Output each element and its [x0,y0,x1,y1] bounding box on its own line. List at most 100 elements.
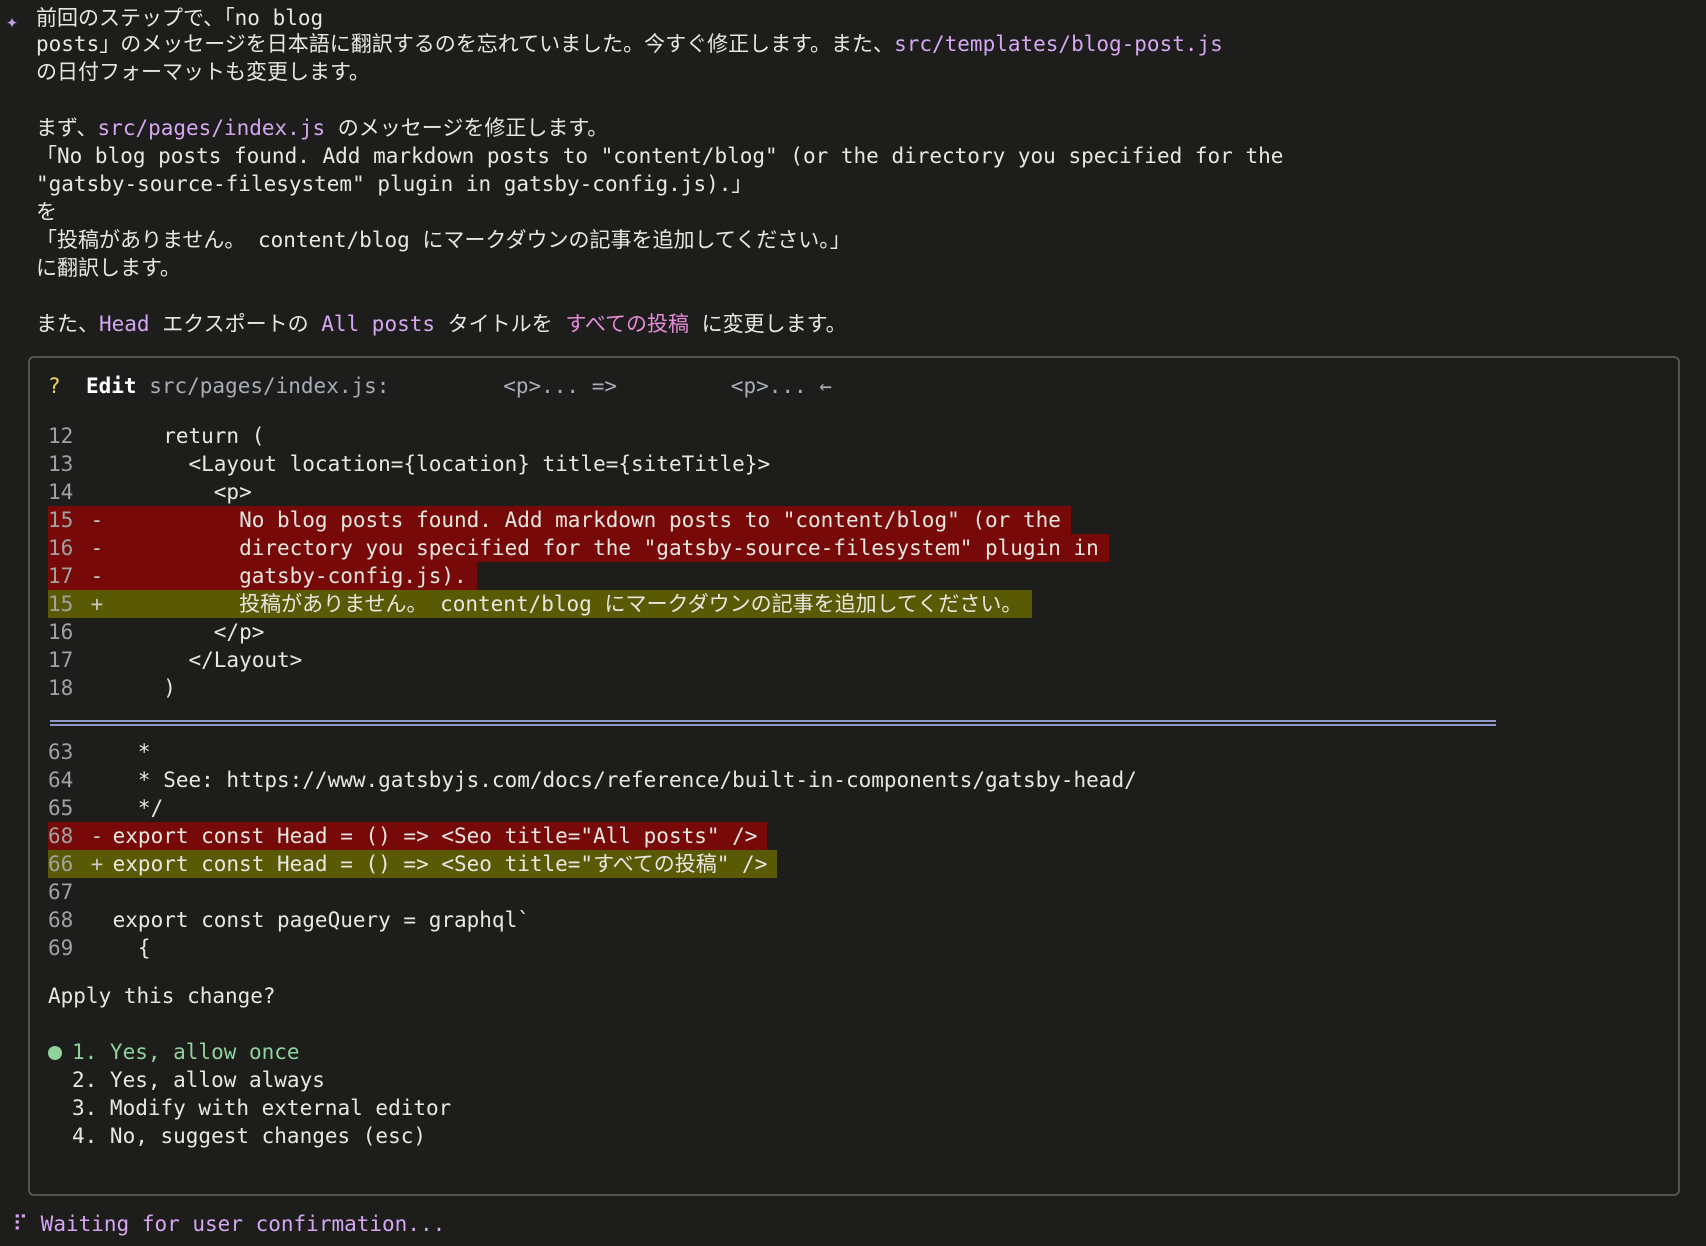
intro-text: エクスポートの [149,312,322,336]
code-text: </p> [100,620,265,644]
intro-text: に変更します。 [689,312,847,336]
code-text: export const Head = () => <Seo title="Al… [100,824,758,848]
status-text: Waiting for user confirmation... [40,1212,446,1236]
edit-label: Edit [85,374,137,398]
code-text: */ [100,796,164,820]
intro-text: タイトルを [435,312,566,336]
diff-context-line: 12 return ( [48,422,274,450]
line-number: 17 [48,648,74,672]
diff-context-line: 64 * See: https://www.gatsbyjs.com/docs/… [48,766,1147,794]
diff-context-line: 16 </p> [48,618,274,646]
diff-sign: - [78,824,104,848]
diff-sign: - [78,564,104,588]
code-text: return ( [100,424,265,448]
diff-context-line: 69 { [48,934,161,962]
intro-line-6: 「No blog posts found. Add markdown posts… [36,144,1284,168]
intro-text: posts」のメッセージを日本語に翻訳するのを忘れていました。今すぐ修正します。… [36,32,895,56]
intro-line-2: posts」のメッセージを日本語に翻訳するのを忘れていました。今すぐ修正します。… [36,30,1223,58]
option-allow-once[interactable]: 1. Yes, allow once [48,1038,300,1066]
line-number: 68 [48,908,74,932]
intro-line-7: "gatsby-source-filesystem" plugin in gat… [36,172,753,196]
line-number: 68 [48,824,74,848]
edit-to: <p>... ← [730,374,832,398]
option-external-editor[interactable]: 3. Modify with external editor [72,1094,451,1122]
code-ref-all-posts: All posts [321,312,436,336]
intro-text: また、 [36,312,99,336]
edit-confirmation-box: ? Edit src/pages/index.js: <p>... => <p>… [28,356,1680,1196]
intro-text: のメッセージを修正します。 [325,116,609,140]
line-number: 69 [48,936,74,960]
line-number: 15 [48,592,74,616]
diff-context-line: 63 * [48,738,161,766]
line-number: 63 [48,740,74,764]
diff-sign: + [78,592,104,616]
code-text: * [100,740,151,764]
intro-line-8: を [36,200,57,224]
option-allow-always[interactable]: 2. Yes, allow always [72,1066,325,1094]
edit-from: <p>... => [503,374,617,398]
diff-added-line: 15 + 投稿がありません。 content/blog にマークダウンの記事を追… [48,590,1033,618]
code-text: export const Head = () => <Seo title="すべ… [100,852,768,876]
intro-line-12: また、Head エクスポートの All posts タイトルを すべての投稿 に… [36,310,847,338]
diff-removed-line: 15 - No blog posts found. Add markdown p… [48,506,1071,534]
code-text: <p> [100,480,252,504]
status-bar: ⠏ Waiting for user confirmation... [0,1210,446,1238]
diff-context-line: 67 [48,878,123,906]
code-text: gatsby-config.js). [100,564,467,588]
option-label: 1. Yes, allow once [72,1040,300,1064]
line-number: 15 [48,508,74,532]
code-text: export const pageQuery = graphql` [100,908,530,932]
diff-context-line: 17 </Layout> [48,646,312,674]
code-text: <Layout location={location} title={siteT… [100,452,771,476]
line-number: 66 [48,852,74,876]
code-text: </Layout> [100,648,303,672]
apply-prompt: Apply this change? [48,984,276,1008]
sparkle-icon: ✦ [6,9,19,33]
intro-text: まず、 [36,116,98,140]
file-path-blog-post: src/templates/blog-post.js [894,32,1223,56]
diff-added-line: 66 + export const Head = () => <Seo titl… [48,850,778,878]
intro-line-5: まず、src/pages/index.js のメッセージを修正します。 [36,114,608,142]
code-text: directory you specified for the "gatsby-… [100,536,1099,560]
intro-line-10: に翻訳します。 [36,256,181,280]
spinner-icon: ⠏ [0,1212,41,1236]
diff-context-line: 18 ) [48,674,186,702]
code-text: ) [100,676,176,700]
diff-sign: - [78,536,104,560]
code-text: { [100,936,151,960]
line-number: 16 [48,620,74,644]
edit-file-path: src/pages/index.js: [149,374,390,398]
diff-context-line: 65 */ [48,794,173,822]
line-number: 14 [48,480,74,504]
code-text: 投稿がありません。 content/blog にマークダウンの記事を追加してくだ… [100,592,1023,616]
code-text: No blog posts found. Add markdown posts … [100,508,1061,532]
diff-removed-line: 16 - directory you specified for the "ga… [48,534,1109,562]
file-path-index: src/pages/index.js [97,116,326,140]
code-ref-head: Head [99,312,150,336]
line-number: 67 [48,880,74,904]
line-number: 13 [48,452,74,476]
diff-sign: + [78,852,104,876]
selected-dot-icon [48,1046,62,1060]
question-icon: ? [48,374,61,398]
code-ref-jp-title: すべての投稿 [565,312,690,336]
diff-removed-line: 68 - export const Head = () => <Seo titl… [48,822,768,850]
line-number: 18 [48,676,74,700]
code-text: * See: https://www.gatsbyjs.com/docs/ref… [100,768,1137,792]
diff-sign: - [78,508,104,532]
line-number: 65 [48,796,74,820]
line-number: 12 [48,424,74,448]
edit-header: ? Edit src/pages/index.js: <p>... => <p>… [48,372,832,400]
diff-context-line: 13 <Layout location={location} title={si… [48,450,780,478]
intro-line-9: 「投稿がありません。 content/blog にマークダウンの記事を追加してく… [36,228,851,252]
diff-context-line: 68 export const pageQuery = graphql` [48,906,540,934]
line-number: 64 [48,768,74,792]
hunk-separator [50,720,1496,726]
intro-line-3: の日付フォーマットも変更します。 [36,60,370,84]
line-number: 16 [48,536,74,560]
option-suggest-changes[interactable]: 4. No, suggest changes (esc) [72,1122,426,1150]
diff-context-line: 14 <p> [48,478,262,506]
diff-removed-line: 17 - gatsby-config.js). [48,562,477,590]
line-number: 17 [48,564,74,588]
